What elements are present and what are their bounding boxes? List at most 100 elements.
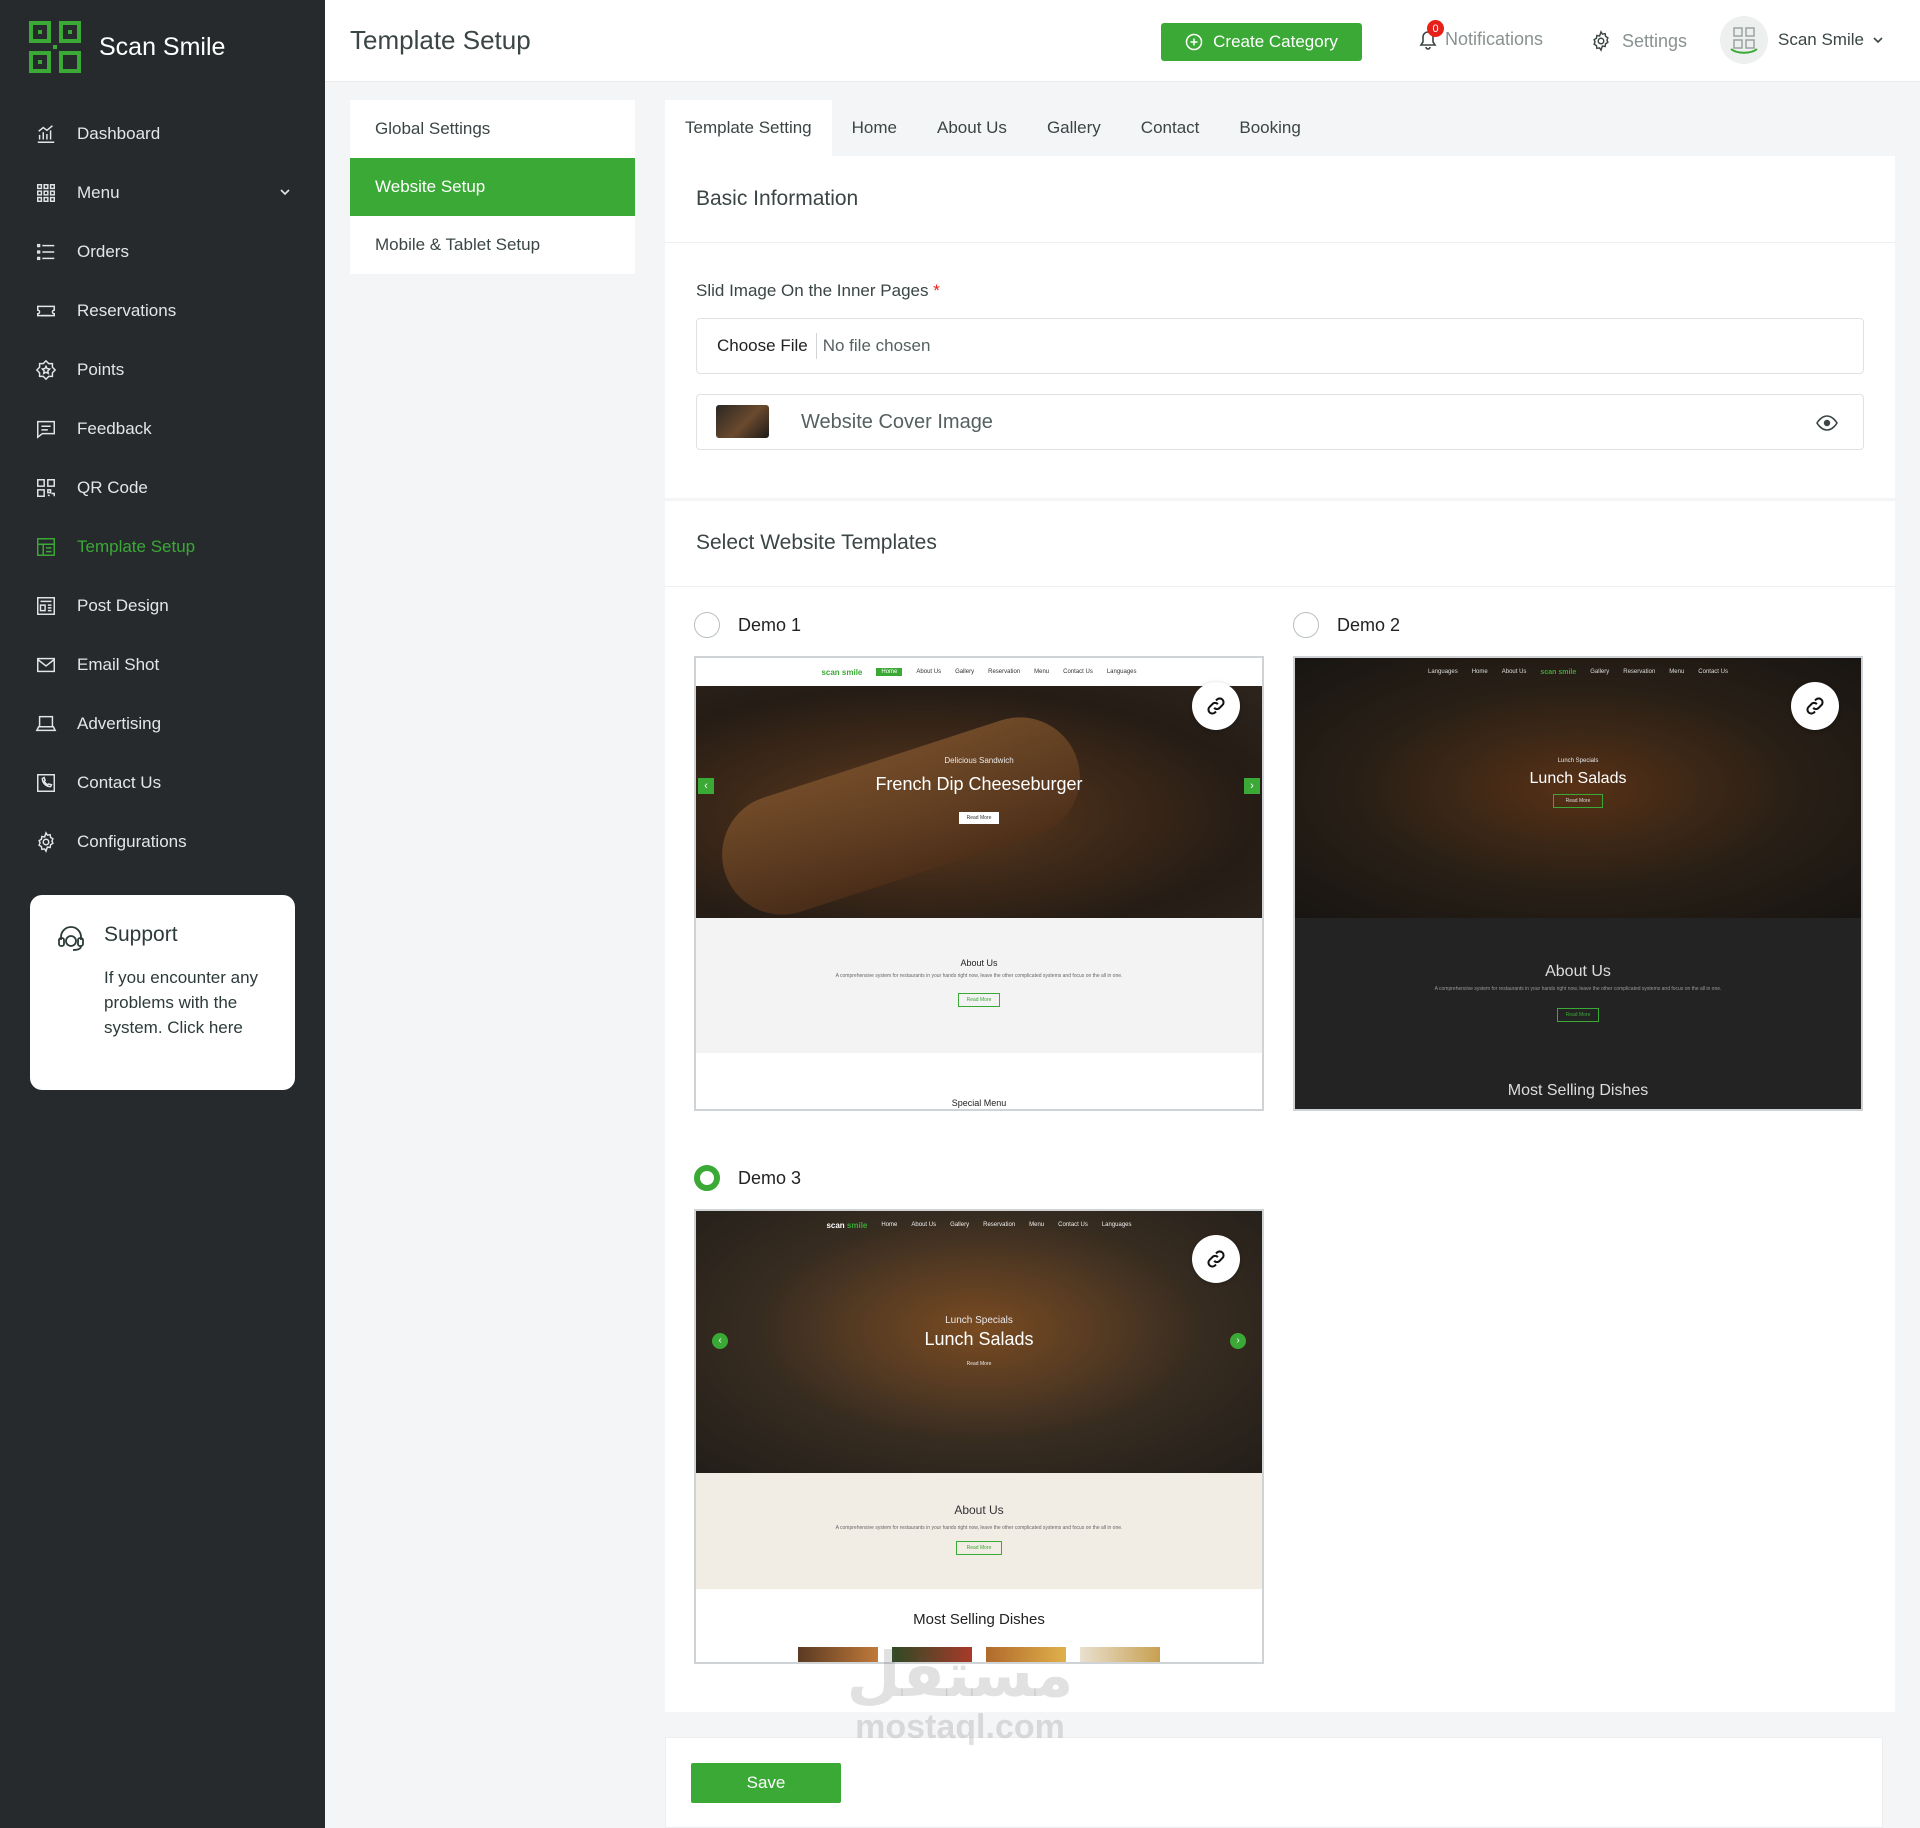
- preview-about-section: About Us A comprehensive system for rest…: [696, 918, 1262, 1053]
- preview-nav-reservation: Reservation: [1623, 669, 1656, 675]
- chevron-down-icon: [1873, 37, 1883, 44]
- preview-brand-top: scan: [826, 1220, 845, 1230]
- preview-about-title: About Us: [954, 1503, 1004, 1517]
- slide-image-label-text: Slid Image On the Inner Pages: [696, 281, 929, 300]
- preview-section-title: Most Selling Dishes: [913, 1611, 1045, 1628]
- sidebar-item-template-setup[interactable]: Template Setup: [0, 517, 325, 576]
- divider: [665, 586, 1895, 587]
- save-button[interactable]: Save: [691, 1763, 841, 1803]
- demo-2-link-button[interactable]: [1791, 682, 1839, 730]
- sidebar-item-label: Template Setup: [77, 536, 196, 556]
- notifications-label: Notifications: [1445, 28, 1544, 49]
- qr-logo-icon: [29, 21, 81, 73]
- support-title: Support: [104, 923, 178, 946]
- settings-button[interactable]: Settings: [1590, 30, 1687, 52]
- preview-about-title: About Us: [1545, 963, 1611, 980]
- sidebar-item-label: Configurations: [77, 831, 187, 851]
- create-category-button[interactable]: Create Category: [1161, 23, 1362, 61]
- file-status: No file chosen: [822, 336, 931, 355]
- dish-thumbnail: [1080, 1647, 1160, 1662]
- preview-nav-reservation: Reservation: [988, 669, 1021, 675]
- demo-1-link-button[interactable]: [1192, 682, 1240, 730]
- sidebar-item-advertising[interactable]: Advertising: [0, 694, 325, 753]
- subnav-website-setup[interactable]: Website Setup: [350, 158, 635, 216]
- chevron-left-icon: ‹: [712, 1333, 728, 1349]
- support-card[interactable]: Support If you encounter any problems wi…: [30, 895, 295, 1090]
- preview-hero-subtitle: Lunch Specials: [1557, 758, 1599, 764]
- brand-logo[interactable]: Scan Smile: [29, 21, 225, 73]
- preview-about-button: Read More: [1557, 1008, 1599, 1022]
- avatar: [1720, 16, 1768, 64]
- message-icon: [34, 417, 58, 441]
- sidebar-item-points[interactable]: Points: [0, 340, 325, 399]
- subnav-global-settings[interactable]: Global Settings: [350, 100, 635, 158]
- sidebar-item-label: Email Shot: [77, 654, 160, 674]
- chevron-left-icon: ‹: [698, 778, 714, 794]
- phone-icon: [34, 771, 58, 795]
- sidebar-item-label: Post Design: [77, 595, 169, 615]
- sidebar-item-post-design[interactable]: Post Design: [0, 576, 325, 635]
- chevron-right-icon: ›: [1230, 1333, 1246, 1349]
- sidebar-item-email-shot[interactable]: Email Shot: [0, 635, 325, 694]
- tab-booking[interactable]: Booking: [1219, 100, 1320, 156]
- slide-image-file-input[interactable]: Choose File No file chosen: [696, 318, 1864, 374]
- demo-3-link-button[interactable]: [1192, 1235, 1240, 1283]
- subnav-mobile-tablet-setup[interactable]: Mobile & Tablet Setup: [350, 216, 635, 274]
- demo-3-label: Demo 3: [738, 1168, 802, 1188]
- chart-bars-icon: [34, 122, 58, 146]
- preview-about-text: A comprehensive system for restaurants i…: [835, 973, 1123, 979]
- sidebar-item-orders[interactable]: Orders: [0, 222, 325, 281]
- preview-nav-home: Home: [1471, 669, 1488, 675]
- choose-file-button[interactable]: Choose File: [697, 333, 817, 359]
- demo-1-preview: scan smile Home About Us Gallery Reserva…: [694, 656, 1264, 1111]
- divider: [665, 242, 1895, 243]
- sidebar-item-dashboard[interactable]: Dashboard: [0, 104, 325, 163]
- tab-about-us[interactable]: About Us: [917, 100, 1027, 156]
- top-header: Template Setup Create Category 0 Notific…: [325, 0, 1920, 82]
- sidebar-item-reservations[interactable]: Reservations: [0, 281, 325, 340]
- sidebar-item-label: Menu: [77, 182, 120, 202]
- sidebar-item-contact-us[interactable]: Contact Us: [0, 753, 325, 812]
- preview-nav-contact: Contact Us: [1058, 1222, 1088, 1228]
- preview-nav-menu: Menu: [1029, 1222, 1045, 1228]
- save-bar: Save: [665, 1737, 1883, 1828]
- preview-brand: scan smile: [826, 1221, 867, 1230]
- preview-brand-bottom: smile: [841, 667, 863, 677]
- preview-brand-bottom: smile: [846, 1220, 868, 1230]
- demo-2-radio[interactable]: [1293, 612, 1319, 638]
- preview-hero-title: Lunch Salads: [1529, 770, 1627, 787]
- user-menu[interactable]: Scan Smile: [1720, 16, 1884, 64]
- preview-brand: scan smile: [1540, 669, 1576, 676]
- tab-gallery[interactable]: Gallery: [1027, 100, 1121, 156]
- tab-template-setting[interactable]: Template Setting: [665, 100, 832, 156]
- sidebar-item-feedback[interactable]: Feedback: [0, 399, 325, 458]
- preview-nav-about: About Us: [1501, 669, 1527, 675]
- preview-hero: Languages Home About Us scan smile Galle…: [1295, 658, 1861, 918]
- preview-hero-title: French Dip Cheeseburger: [875, 774, 1083, 794]
- tab-home[interactable]: Home: [832, 100, 917, 156]
- demo-3-radio[interactable]: [694, 1165, 720, 1191]
- sidebar-item-label: Reservations: [77, 300, 177, 320]
- gear-icon: [1593, 30, 1609, 52]
- preview-hero: Delicious Sandwich French Dip Cheeseburg…: [696, 686, 1262, 931]
- eye-icon[interactable]: [1815, 411, 1839, 435]
- preview-nav-gallery: Gallery: [950, 1222, 970, 1228]
- chevron-down-icon[interactable]: [278, 185, 292, 199]
- demo-1-radio[interactable]: [694, 612, 720, 638]
- preview-about-title: About Us: [960, 958, 998, 968]
- support-text[interactable]: If you encounter any problems with the s…: [104, 965, 279, 1040]
- sidebar-item-qr-code[interactable]: QR Code: [0, 458, 325, 517]
- sidebar-item-label: Feedback: [77, 418, 152, 438]
- preview-hero-title: Lunch Salads: [924, 1329, 1034, 1349]
- preview-about-text: A comprehensive system for restaurants i…: [1434, 986, 1722, 992]
- preview-read-more: Read More: [959, 812, 999, 824]
- cover-thumbnail: [716, 405, 769, 438]
- plus-circle-icon: [1185, 33, 1203, 51]
- watermark: مستقل mostaql.com: [840, 1640, 1080, 1745]
- sidebar-item-configurations[interactable]: Configurations: [0, 812, 325, 871]
- sidebar-item-menu[interactable]: Menu: [0, 163, 325, 222]
- notifications-button[interactable]: 0 Notifications: [1415, 20, 1544, 52]
- preview-nav-home: Home: [876, 668, 903, 676]
- laptop-icon: [34, 712, 58, 736]
- tab-contact[interactable]: Contact: [1121, 100, 1220, 156]
